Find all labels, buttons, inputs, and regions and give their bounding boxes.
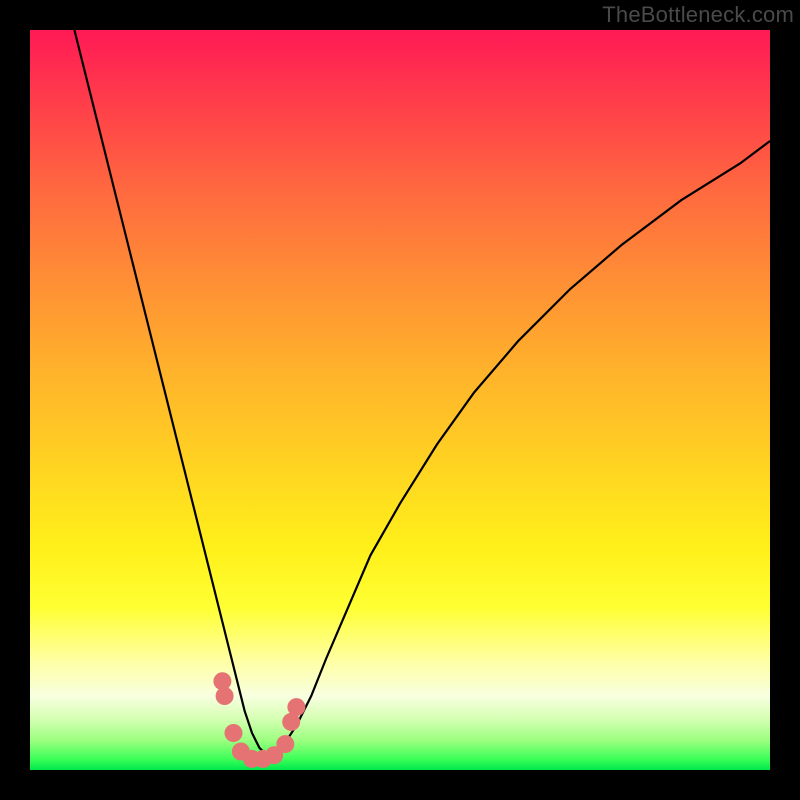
bottleneck-curve xyxy=(74,30,770,755)
marker-point xyxy=(216,687,234,705)
watermark-text: TheBottleneck.com xyxy=(602,2,794,28)
marker-point xyxy=(287,698,305,716)
chart-frame: TheBottleneck.com xyxy=(0,0,800,800)
plot-area xyxy=(30,30,770,770)
marker-point xyxy=(225,724,243,742)
chart-svg xyxy=(30,30,770,770)
highlight-markers xyxy=(213,672,305,768)
marker-point xyxy=(276,735,294,753)
